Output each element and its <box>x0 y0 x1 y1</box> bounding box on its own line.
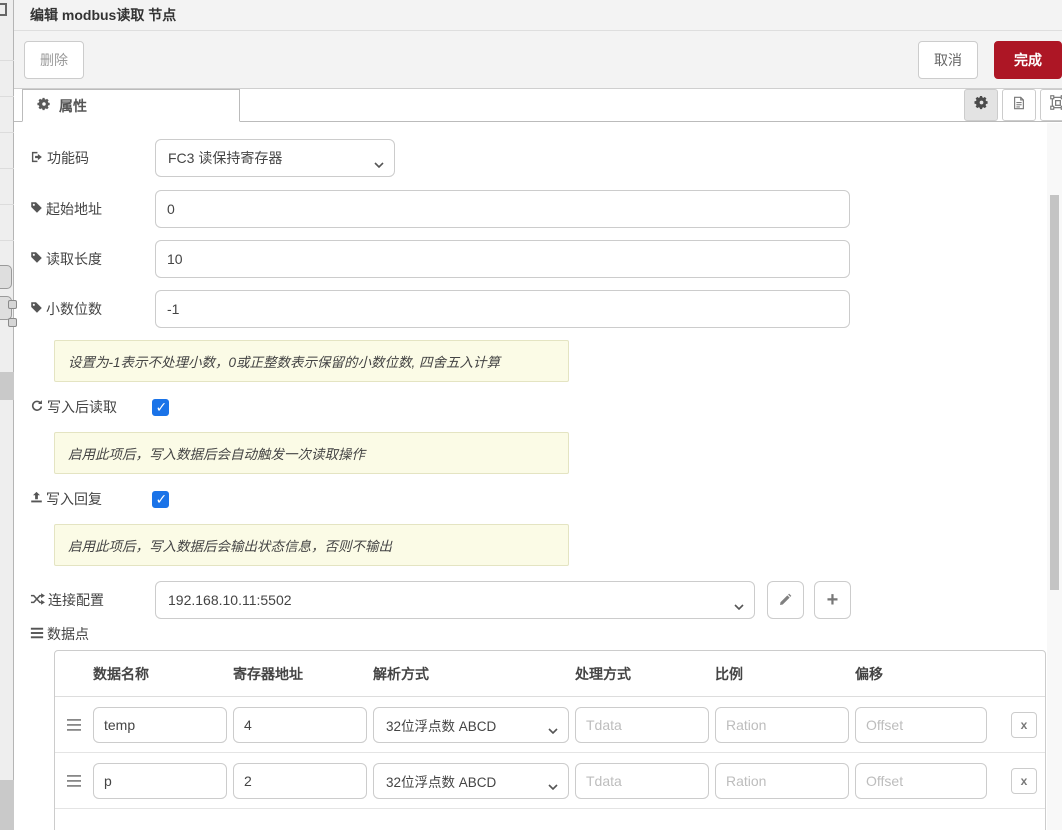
shuffle-icon <box>30 592 45 609</box>
tab-properties-label: 属性 <box>59 96 87 116</box>
chevron-down-icon <box>548 722 558 737</box>
chevron-down-icon <box>548 778 558 793</box>
function-code-label: 功能码 <box>30 148 155 168</box>
chevron-down-icon <box>734 597 744 613</box>
edit-connection-button[interactable] <box>767 581 804 619</box>
chevron-down-icon <box>374 155 384 171</box>
tag-icon <box>30 201 43 217</box>
properties-tab-button[interactable] <box>964 89 998 121</box>
remove-row-button[interactable]: x <box>1011 712 1037 738</box>
offset-input[interactable] <box>855 707 987 743</box>
read-after-write-checkbox[interactable] <box>152 399 169 416</box>
background-palette-strip <box>0 0 14 830</box>
gear-icon <box>974 95 989 115</box>
process-input[interactable] <box>575 707 709 743</box>
name-input[interactable] <box>93 763 227 799</box>
write-reply-tip: 启用此项后，写入数据后会输出状态信息，否则不输出 <box>54 524 569 566</box>
connection-select[interactable]: 192.168.10.11:5502 <box>155 581 755 619</box>
read-length-label: 读取长度 <box>30 249 155 269</box>
register-address-input[interactable] <box>233 763 367 799</box>
properties-form: 功能码 FC3 读保持寄存器 起始地址 <box>14 122 1062 830</box>
document-icon <box>1012 95 1026 116</box>
scrollbar-thumb[interactable] <box>1050 195 1059 590</box>
datapoints-label: 数据点 <box>30 624 1062 644</box>
connection-label: 连接配置 <box>30 590 155 610</box>
read-length-input[interactable] <box>155 240 850 278</box>
sign-out-icon <box>30 150 44 167</box>
cancel-button[interactable]: 取消 <box>918 41 978 79</box>
palette-node-partial <box>0 265 12 289</box>
table-row: 32位浮点数 ABCD x <box>55 753 1045 809</box>
header-ratio: 比例 <box>715 664 849 684</box>
start-address-input[interactable] <box>155 190 850 228</box>
pencil-icon <box>779 589 792 612</box>
read-after-write-label: 写入后读取 <box>30 397 152 417</box>
ratio-input[interactable] <box>715 763 849 799</box>
tag-icon <box>30 251 43 267</box>
delete-button[interactable]: 删除 <box>24 41 84 79</box>
drag-handle-icon[interactable] <box>61 775 87 787</box>
decimal-places-tip: 设置为-1表示不处理小数，0或正整数表示保留的小数位数, 四舍五入计算 <box>54 340 569 382</box>
function-code-select[interactable]: FC3 读保持寄存器 <box>155 139 395 177</box>
offset-input[interactable] <box>855 763 987 799</box>
header-name: 数据名称 <box>93 664 227 684</box>
dialog-title: 编辑 modbus读取 节点 <box>30 5 176 25</box>
remove-row-button[interactable]: x <box>1011 768 1037 794</box>
done-button[interactable]: 完成 <box>994 41 1062 79</box>
description-tab-button[interactable] <box>1002 89 1036 121</box>
appearance-tab-button[interactable] <box>1040 89 1062 121</box>
read-after-write-tip: 启用此项后，写入数据后会自动触发一次读取操作 <box>54 432 569 474</box>
add-connection-button[interactable]: + <box>814 581 851 619</box>
tab-bar: 属性 <box>14 89 1062 122</box>
start-address-label: 起始地址 <box>30 199 155 219</box>
register-address-input[interactable] <box>233 707 367 743</box>
gear-icon <box>37 97 51 114</box>
refresh-icon <box>30 399 44 416</box>
datapoints-table: 数据名称 寄存器地址 解析方式 处理方式 比例 偏移 32位浮点数 ABCD <box>54 650 1046 830</box>
table-row: 32位浮点数 ABCD x <box>55 697 1045 753</box>
appearance-icon <box>1050 95 1062 115</box>
palette-fragment <box>0 3 7 16</box>
ratio-input[interactable] <box>715 707 849 743</box>
parse-mode-select[interactable]: 32位浮点数 ABCD <box>373 763 569 799</box>
tab-properties[interactable]: 属性 <box>22 89 240 122</box>
datapoints-table-header: 数据名称 寄存器地址 解析方式 处理方式 比例 偏移 <box>55 651 1045 697</box>
decimal-places-input[interactable] <box>155 290 850 328</box>
write-reply-label: 写入回复 <box>30 489 152 509</box>
header-offset: 偏移 <box>855 664 987 684</box>
scrollbar[interactable] <box>1047 123 1062 830</box>
header-parse: 解析方式 <box>373 664 569 684</box>
edit-node-dialog: 编辑 modbus读取 节点 删除 取消 完成 属性 <box>0 0 1062 830</box>
header-process: 处理方式 <box>575 664 709 684</box>
dialog-toolbar: 删除 取消 完成 <box>14 31 1062 89</box>
header-address: 寄存器地址 <box>233 664 367 684</box>
list-icon <box>30 626 44 643</box>
decimal-places-label: 小数位数 <box>30 299 155 319</box>
write-reply-checkbox[interactable] <box>152 491 169 508</box>
name-input[interactable] <box>93 707 227 743</box>
process-input[interactable] <box>575 763 709 799</box>
parse-mode-select[interactable]: 32位浮点数 ABCD <box>373 707 569 743</box>
tag-icon <box>30 301 43 317</box>
upload-icon <box>30 491 43 507</box>
dialog-title-bar: 编辑 modbus读取 节点 <box>14 0 1062 31</box>
drag-handle-icon[interactable] <box>61 719 87 731</box>
